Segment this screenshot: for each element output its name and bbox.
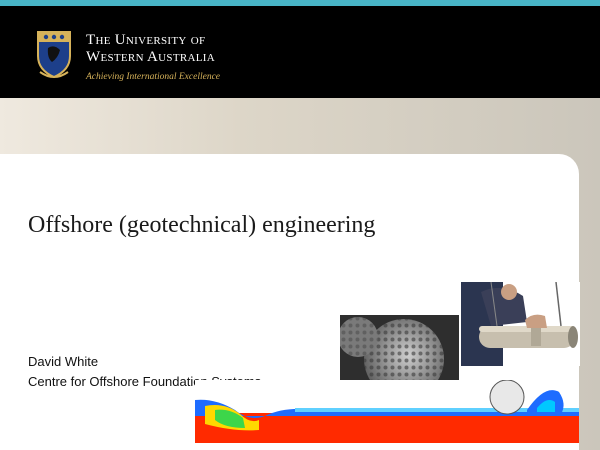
university-name-line-1: The University of [86, 32, 206, 48]
pipe-photo [461, 282, 580, 366]
university-name: The University of Western Australia [86, 32, 215, 66]
author-name: David White [28, 354, 99, 369]
university-motto: Achieving International Excellence [86, 72, 220, 82]
simulation-image [195, 380, 579, 443]
slide-title: Offshore (geotechnical) engineering [28, 212, 376, 238]
university-name-line-2: Western Australia [86, 49, 215, 65]
university-crest-icon [37, 31, 71, 79]
header-banner: The University of Western Australia Achi… [0, 6, 600, 98]
